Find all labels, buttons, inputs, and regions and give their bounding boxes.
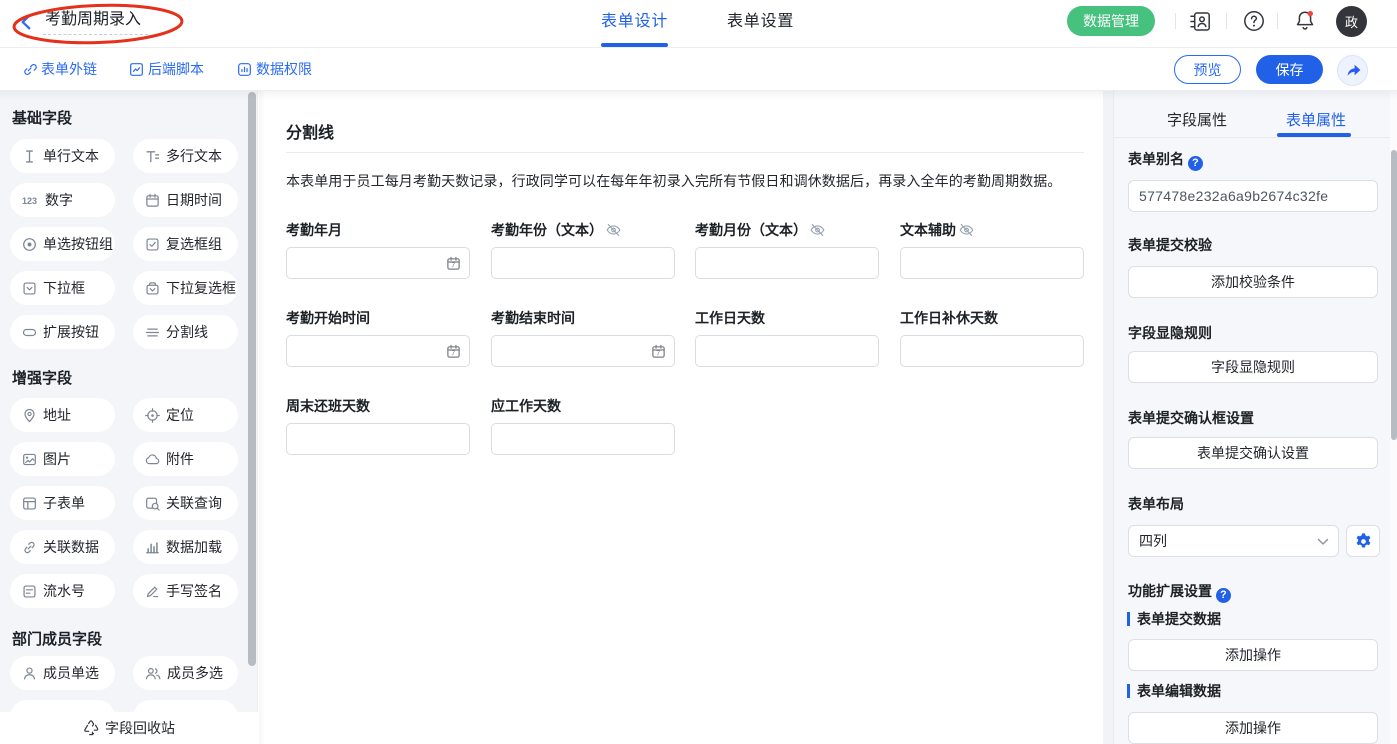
svg-text:7: 7 — [656, 351, 660, 358]
svg-text:7: 7 — [451, 263, 455, 270]
svg-text:123: 123 — [22, 196, 37, 206]
svg-text:7: 7 — [451, 351, 455, 358]
